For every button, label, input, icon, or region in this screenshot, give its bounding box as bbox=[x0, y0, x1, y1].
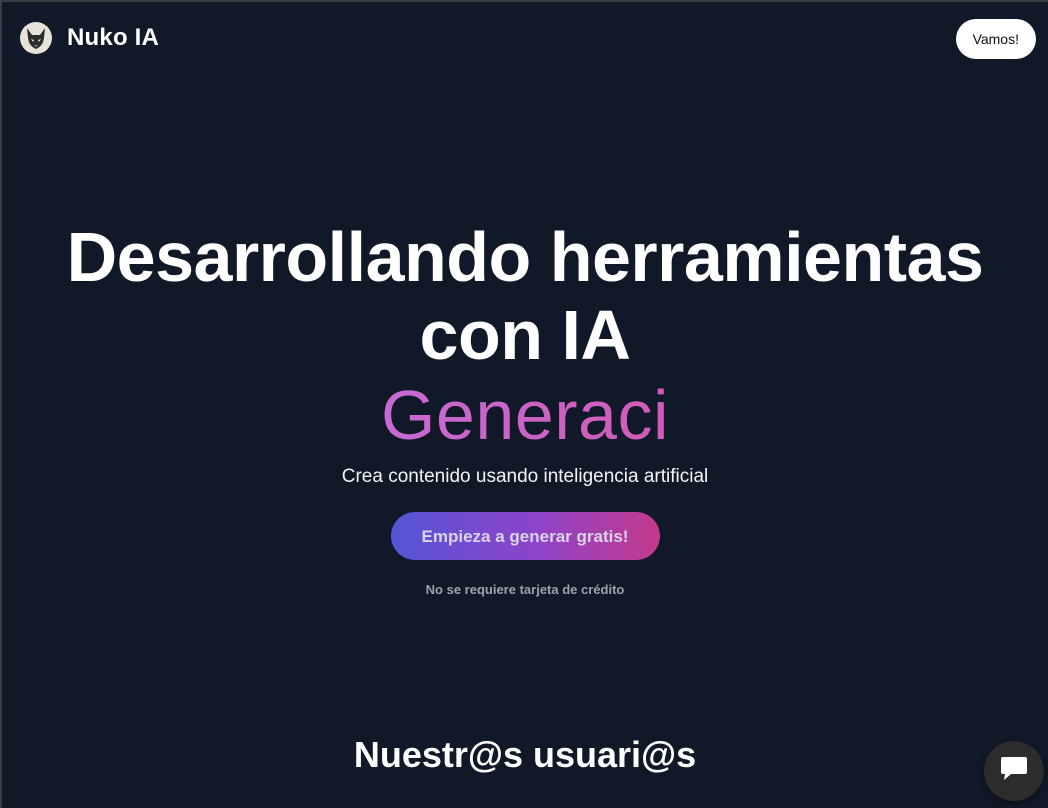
brand-link[interactable]: Nuko IA bbox=[20, 22, 159, 54]
chat-widget-button[interactable] bbox=[984, 741, 1044, 801]
hero-section: Desarrollando herramientas con IA Genera… bbox=[2, 218, 1048, 597]
fox-logo-icon bbox=[20, 22, 52, 54]
no-credit-card-note: No se requiere tarjeta de crédito bbox=[425, 582, 625, 597]
chat-icon bbox=[999, 756, 1029, 787]
start-generating-button[interactable]: Empieza a generar gratis! bbox=[390, 512, 660, 560]
users-section-heading: Nuestr@s usuari@s bbox=[353, 734, 697, 775]
page-frame: Nuko IA Vamos! Desarrollando herramienta… bbox=[0, 0, 1048, 808]
hero-title: Desarrollando herramientas con IA bbox=[66, 218, 984, 374]
typed-text: Generaci bbox=[380, 376, 670, 454]
vamos-button[interactable]: Vamos! bbox=[955, 19, 1036, 59]
hero-subtitle: Crea contenido usando inteligencia artif… bbox=[341, 466, 709, 487]
navbar: Nuko IA Vamos! bbox=[2, 2, 1048, 76]
brand-name: Nuko IA bbox=[67, 24, 160, 51]
